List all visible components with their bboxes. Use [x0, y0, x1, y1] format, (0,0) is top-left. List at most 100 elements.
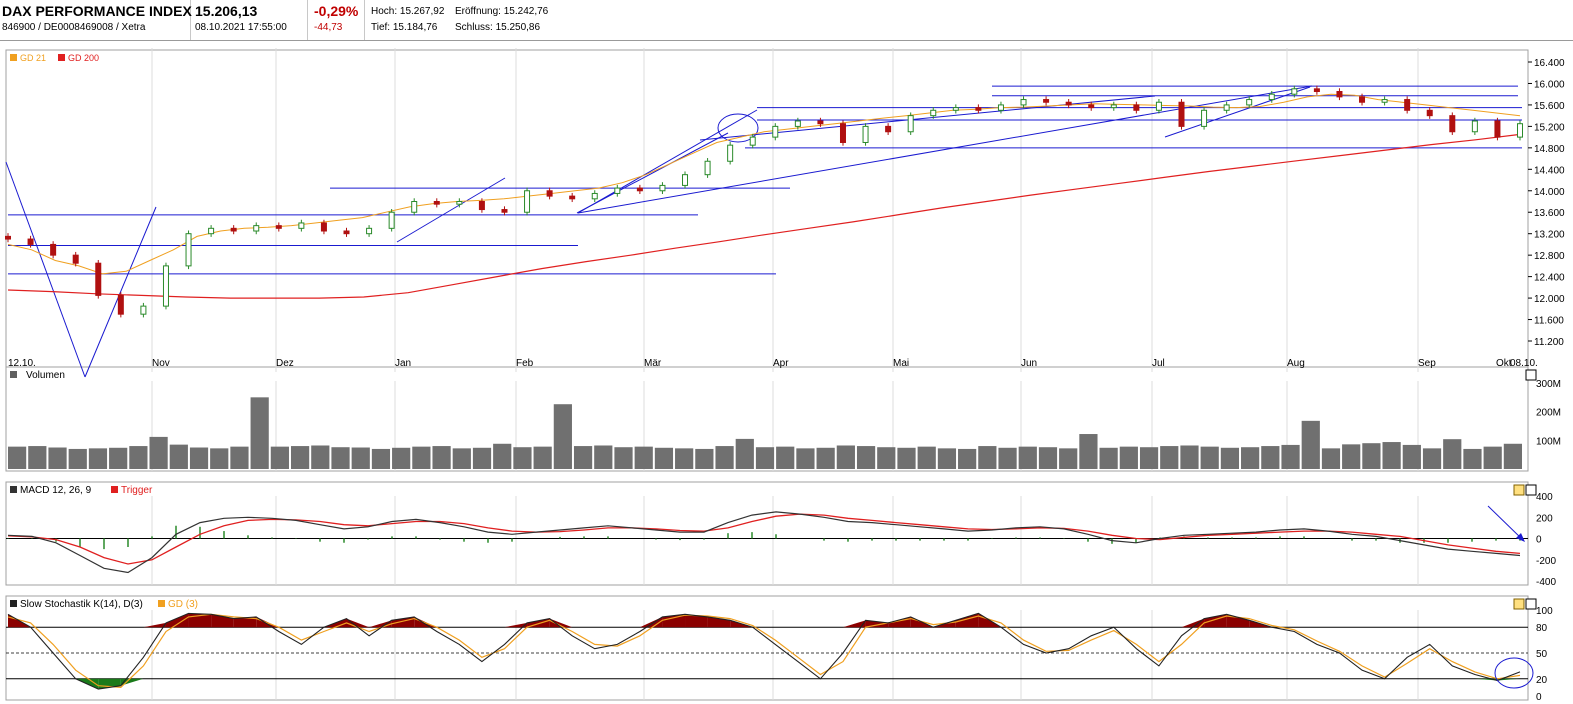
volume-bar — [1220, 447, 1240, 469]
candle-body — [320, 222, 327, 232]
price-cell: 15.206,13 08.10.2021 17:55:00 — [191, 0, 308, 40]
volume-bar — [755, 447, 775, 469]
macd-y-tick-label: 0 — [1536, 535, 1542, 546]
close-icon[interactable] — [1525, 484, 1537, 496]
stoch-y-tick-label: 50 — [1536, 649, 1548, 660]
last-price: 15.206,13 — [195, 3, 258, 19]
day-low: Tief: 15.184,76 — [371, 22, 438, 33]
volume-bar — [1281, 444, 1300, 469]
volume-bar — [553, 404, 572, 469]
stoch-y-tick-label: 0 — [1536, 692, 1542, 703]
volume-title: Volumen — [26, 370, 65, 381]
volume-bar — [1241, 447, 1260, 469]
candle-body — [1426, 109, 1433, 117]
candle-body — [862, 125, 869, 143]
x-tick-label: Jul — [1152, 358, 1165, 369]
volume-bar — [1483, 446, 1502, 469]
volume-bar — [735, 438, 754, 469]
x-tick-label: Mär — [644, 358, 662, 369]
volume-y-tick-label: 200M — [1536, 408, 1561, 419]
candle-body — [1291, 88, 1298, 95]
candle-body — [95, 262, 102, 296]
x-tick-label: Feb — [516, 358, 534, 369]
volume-y-tick-label: 100M — [1536, 436, 1561, 447]
macd-y-tick-label: 400 — [1536, 492, 1553, 503]
volume-bar — [88, 448, 108, 469]
macd-y-tick-label: 200 — [1536, 513, 1553, 524]
volume-bar — [331, 447, 350, 469]
candle-body — [817, 120, 824, 125]
candle-body — [230, 227, 237, 232]
candle-body — [1404, 99, 1411, 111]
volume-bar — [472, 447, 492, 469]
volume-bar — [614, 447, 633, 469]
candle-body — [388, 211, 395, 229]
x-tick-label: Aug — [1287, 358, 1305, 369]
candle-body — [1178, 101, 1185, 127]
day-open: Eröffnung: 15.242,76 — [455, 6, 549, 17]
candle-body — [1313, 88, 1320, 93]
volume-bar — [1402, 444, 1421, 469]
candle-body — [952, 107, 959, 111]
volume-bar — [1342, 444, 1361, 469]
volume-bar — [897, 447, 916, 469]
candle-body — [162, 265, 169, 307]
change-percent: -0,29% — [314, 3, 359, 19]
volume-bar — [1463, 448, 1482, 469]
stoch-y-tick-label: 80 — [1536, 623, 1548, 634]
x-tick-label: Apr — [773, 358, 789, 369]
settings-icon[interactable] — [1513, 484, 1525, 496]
volume-bar — [68, 448, 87, 469]
candle-body — [749, 136, 756, 146]
quote-header: DAX PERFORMANCE INDEX 846900 / DE0008469… — [0, 0, 1573, 41]
change-absolute: -44,73 — [314, 22, 343, 33]
volume-bar — [836, 445, 855, 469]
candle-body — [140, 305, 147, 315]
candle-body — [591, 192, 598, 200]
close-icon[interactable] — [1525, 369, 1537, 381]
candle-body — [704, 160, 711, 176]
candle-body — [501, 209, 508, 213]
volume-bar — [776, 446, 795, 469]
candle-body — [682, 174, 689, 186]
candle-body — [1133, 104, 1140, 111]
candle-body — [1065, 101, 1072, 106]
gd21-legend-swatch — [10, 54, 17, 61]
volume-bar — [230, 446, 249, 469]
candle-body — [1155, 101, 1162, 111]
volume-bar — [392, 447, 411, 469]
volume-bar — [978, 446, 997, 469]
volume-bar — [1503, 443, 1522, 469]
volume-bar — [371, 448, 391, 469]
day-close: Schluss: 15.250,86 — [455, 22, 541, 33]
candle-body — [1110, 104, 1117, 109]
macd-legend-swatch — [10, 486, 17, 493]
close-icon[interactable] — [1525, 598, 1537, 610]
candle-body — [433, 201, 440, 205]
volume-bar — [351, 447, 370, 469]
volume-bar — [1200, 446, 1219, 469]
volume-bar — [1099, 447, 1118, 469]
volume-bar — [28, 446, 47, 469]
candle-body — [885, 125, 892, 133]
y-tick-label: 16.000 — [1534, 79, 1565, 90]
volume-bar — [816, 447, 835, 469]
candle-body — [366, 227, 373, 235]
volume-bar — [715, 446, 734, 469]
stochastic-panel — [5, 595, 1529, 701]
candle-body — [569, 195, 576, 200]
volume-y-tick-label: 300M — [1536, 379, 1561, 390]
volume-bar — [1261, 446, 1280, 469]
candle-body — [1020, 99, 1027, 106]
volume-bar — [8, 446, 27, 469]
volume-bar — [250, 397, 269, 469]
settings-icon[interactable] — [1513, 598, 1525, 610]
volume-bar — [1422, 448, 1442, 469]
chart-area: GD 21 GD 200 16.400 16.000 15.600 15.200 14.80… — [5, 48, 1565, 703]
volume-bar — [412, 446, 431, 469]
volume-bar — [270, 446, 289, 469]
candle-body — [1201, 109, 1208, 127]
candle-body — [727, 144, 734, 162]
gd200-legend-label: GD 200 — [68, 53, 99, 63]
candle-body — [185, 233, 192, 267]
